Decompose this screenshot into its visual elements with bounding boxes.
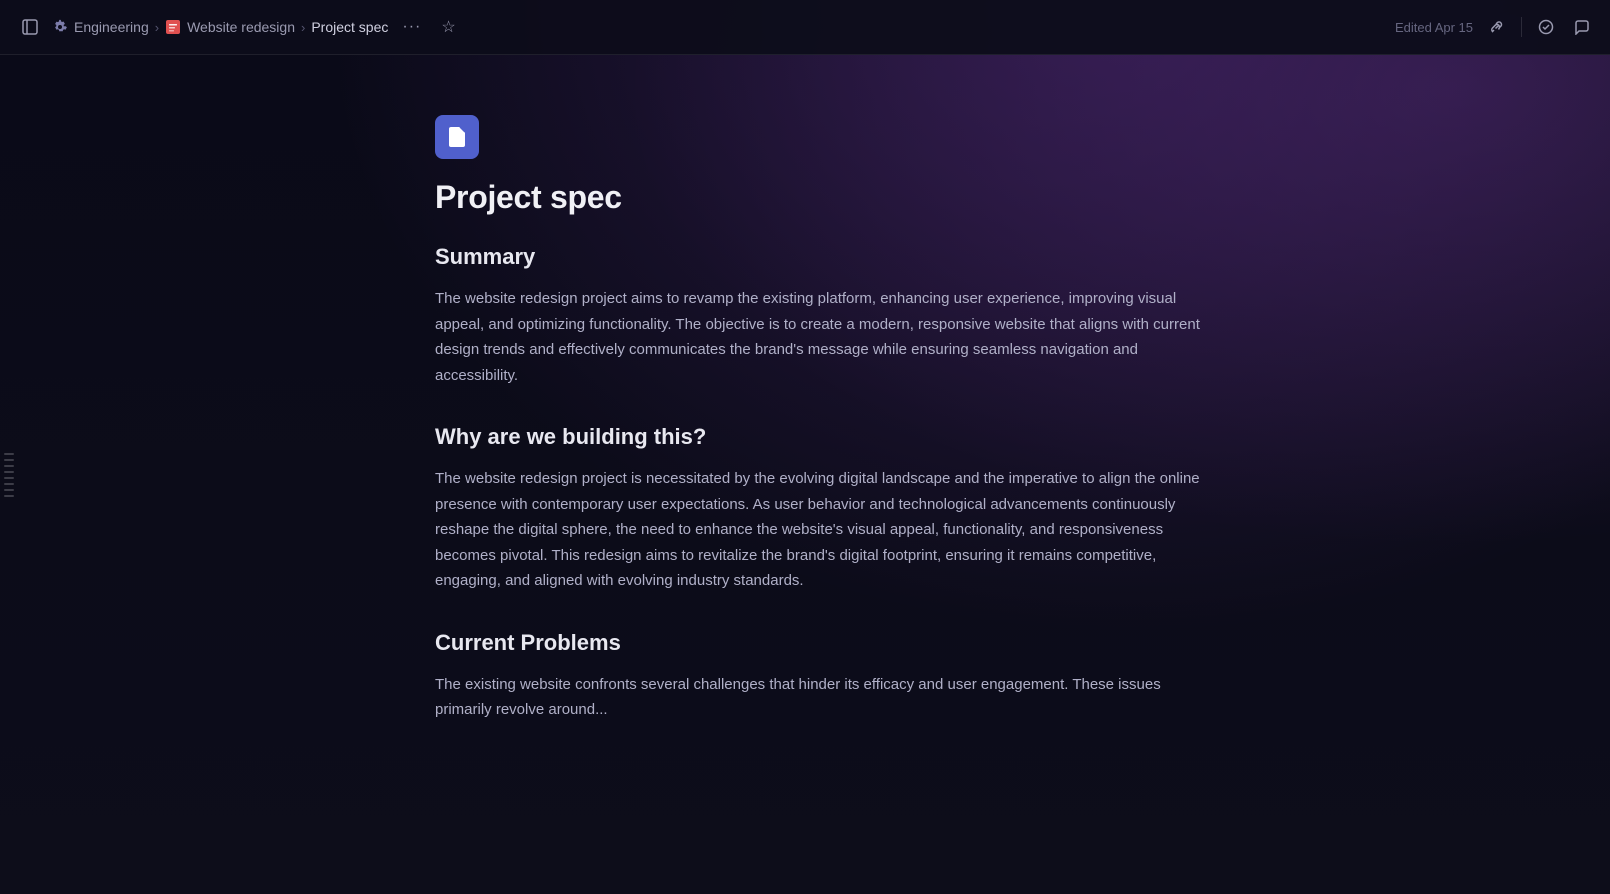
section-heading-why: Why are we building this? (435, 424, 1215, 450)
section-why-building: Why are we building this? The website re… (435, 424, 1215, 594)
section-text-why: The website redesign project is necessit… (435, 466, 1215, 594)
breadcrumb-current[interactable]: Project spec (311, 19, 388, 35)
section-summary: Summary The website redesign project aim… (435, 244, 1215, 388)
scroll-line (4, 477, 14, 479)
section-heading-summary: Summary (435, 244, 1215, 270)
edited-timestamp: Edited Apr 15 (1395, 20, 1473, 35)
tasks-button[interactable] (1534, 15, 1558, 39)
topbar: Engineering › Website redesign › P (0, 0, 1610, 55)
more-options-button[interactable]: ··· (396, 15, 427, 39)
section-text-summary: The website redesign project aims to rev… (435, 286, 1215, 388)
scroll-line (4, 489, 14, 491)
gear-icon (52, 19, 68, 35)
scroll-indicator (0, 55, 18, 894)
scroll-line (4, 453, 14, 455)
topbar-left: Engineering › Website redesign › P (16, 13, 462, 41)
breadcrumb-current-label: Project spec (311, 19, 388, 35)
breadcrumb-workspace[interactable]: Engineering (52, 19, 149, 35)
section-heading-problems: Current Problems (435, 630, 1215, 656)
topbar-right: Edited Apr 15 (1395, 15, 1594, 39)
breadcrumb-workspace-label: Engineering (74, 19, 149, 35)
scroll-line (4, 495, 14, 497)
topbar-divider (1521, 17, 1522, 37)
breadcrumb: Engineering › Website redesign › P (52, 19, 388, 35)
favorite-button[interactable]: ☆ (435, 13, 461, 41)
scroll-line (4, 471, 14, 473)
scroll-line (4, 459, 14, 461)
document-icon (435, 115, 479, 159)
sidebar-toggle-button[interactable] (16, 15, 44, 39)
comments-button[interactable] (1570, 15, 1594, 39)
breadcrumb-parent-label: Website redesign (187, 19, 295, 35)
main-content: Project spec Summary The website redesig… (355, 55, 1255, 894)
page-icon-red (165, 19, 181, 35)
section-text-problems: The existing website confronts several c… (435, 672, 1215, 723)
section-current-problems: Current Problems The existing website co… (435, 630, 1215, 723)
page-title: Project spec (435, 179, 1215, 216)
breadcrumb-sep-1: › (155, 20, 159, 35)
copy-link-button[interactable] (1485, 15, 1509, 39)
breadcrumb-sep-2: › (301, 20, 305, 35)
scroll-line (4, 465, 14, 467)
scroll-line (4, 483, 14, 485)
breadcrumb-parent[interactable]: Website redesign (165, 19, 295, 35)
